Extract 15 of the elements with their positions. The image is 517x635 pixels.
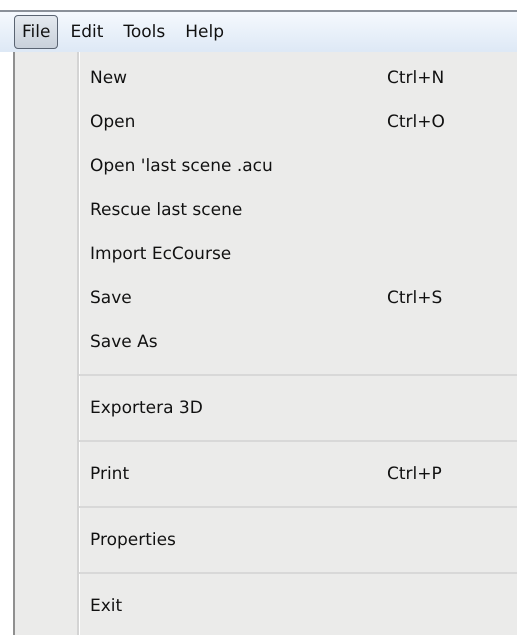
menu-item[interactable]: New Ctrl+N (15, 56, 517, 100)
menu-bar-item[interactable]: File (14, 15, 58, 49)
menu-item[interactable]: Import EcCourse (15, 232, 517, 276)
menu-bar-item[interactable]: Edit (62, 15, 112, 49)
menu-item[interactable]: Rescue last scene (15, 188, 517, 232)
menu-item[interactable]: Exportera 3D (15, 386, 517, 430)
menu-item[interactable]: Save Ctrl+S (15, 276, 517, 320)
menu-item[interactable]: Save As (15, 320, 517, 364)
menu-item[interactable]: Exit (15, 584, 517, 628)
menu-item[interactable]: Open 'last scene .acu (15, 144, 517, 188)
menu-item[interactable]: Properties (15, 518, 517, 562)
menu-bar-item[interactable]: Help (177, 15, 232, 49)
menu-item[interactable]: Print Ctrl+P (15, 452, 517, 496)
menu-item[interactable]: Open Ctrl+O (15, 100, 517, 144)
menu-bar-item[interactable]: Tools (115, 15, 174, 49)
